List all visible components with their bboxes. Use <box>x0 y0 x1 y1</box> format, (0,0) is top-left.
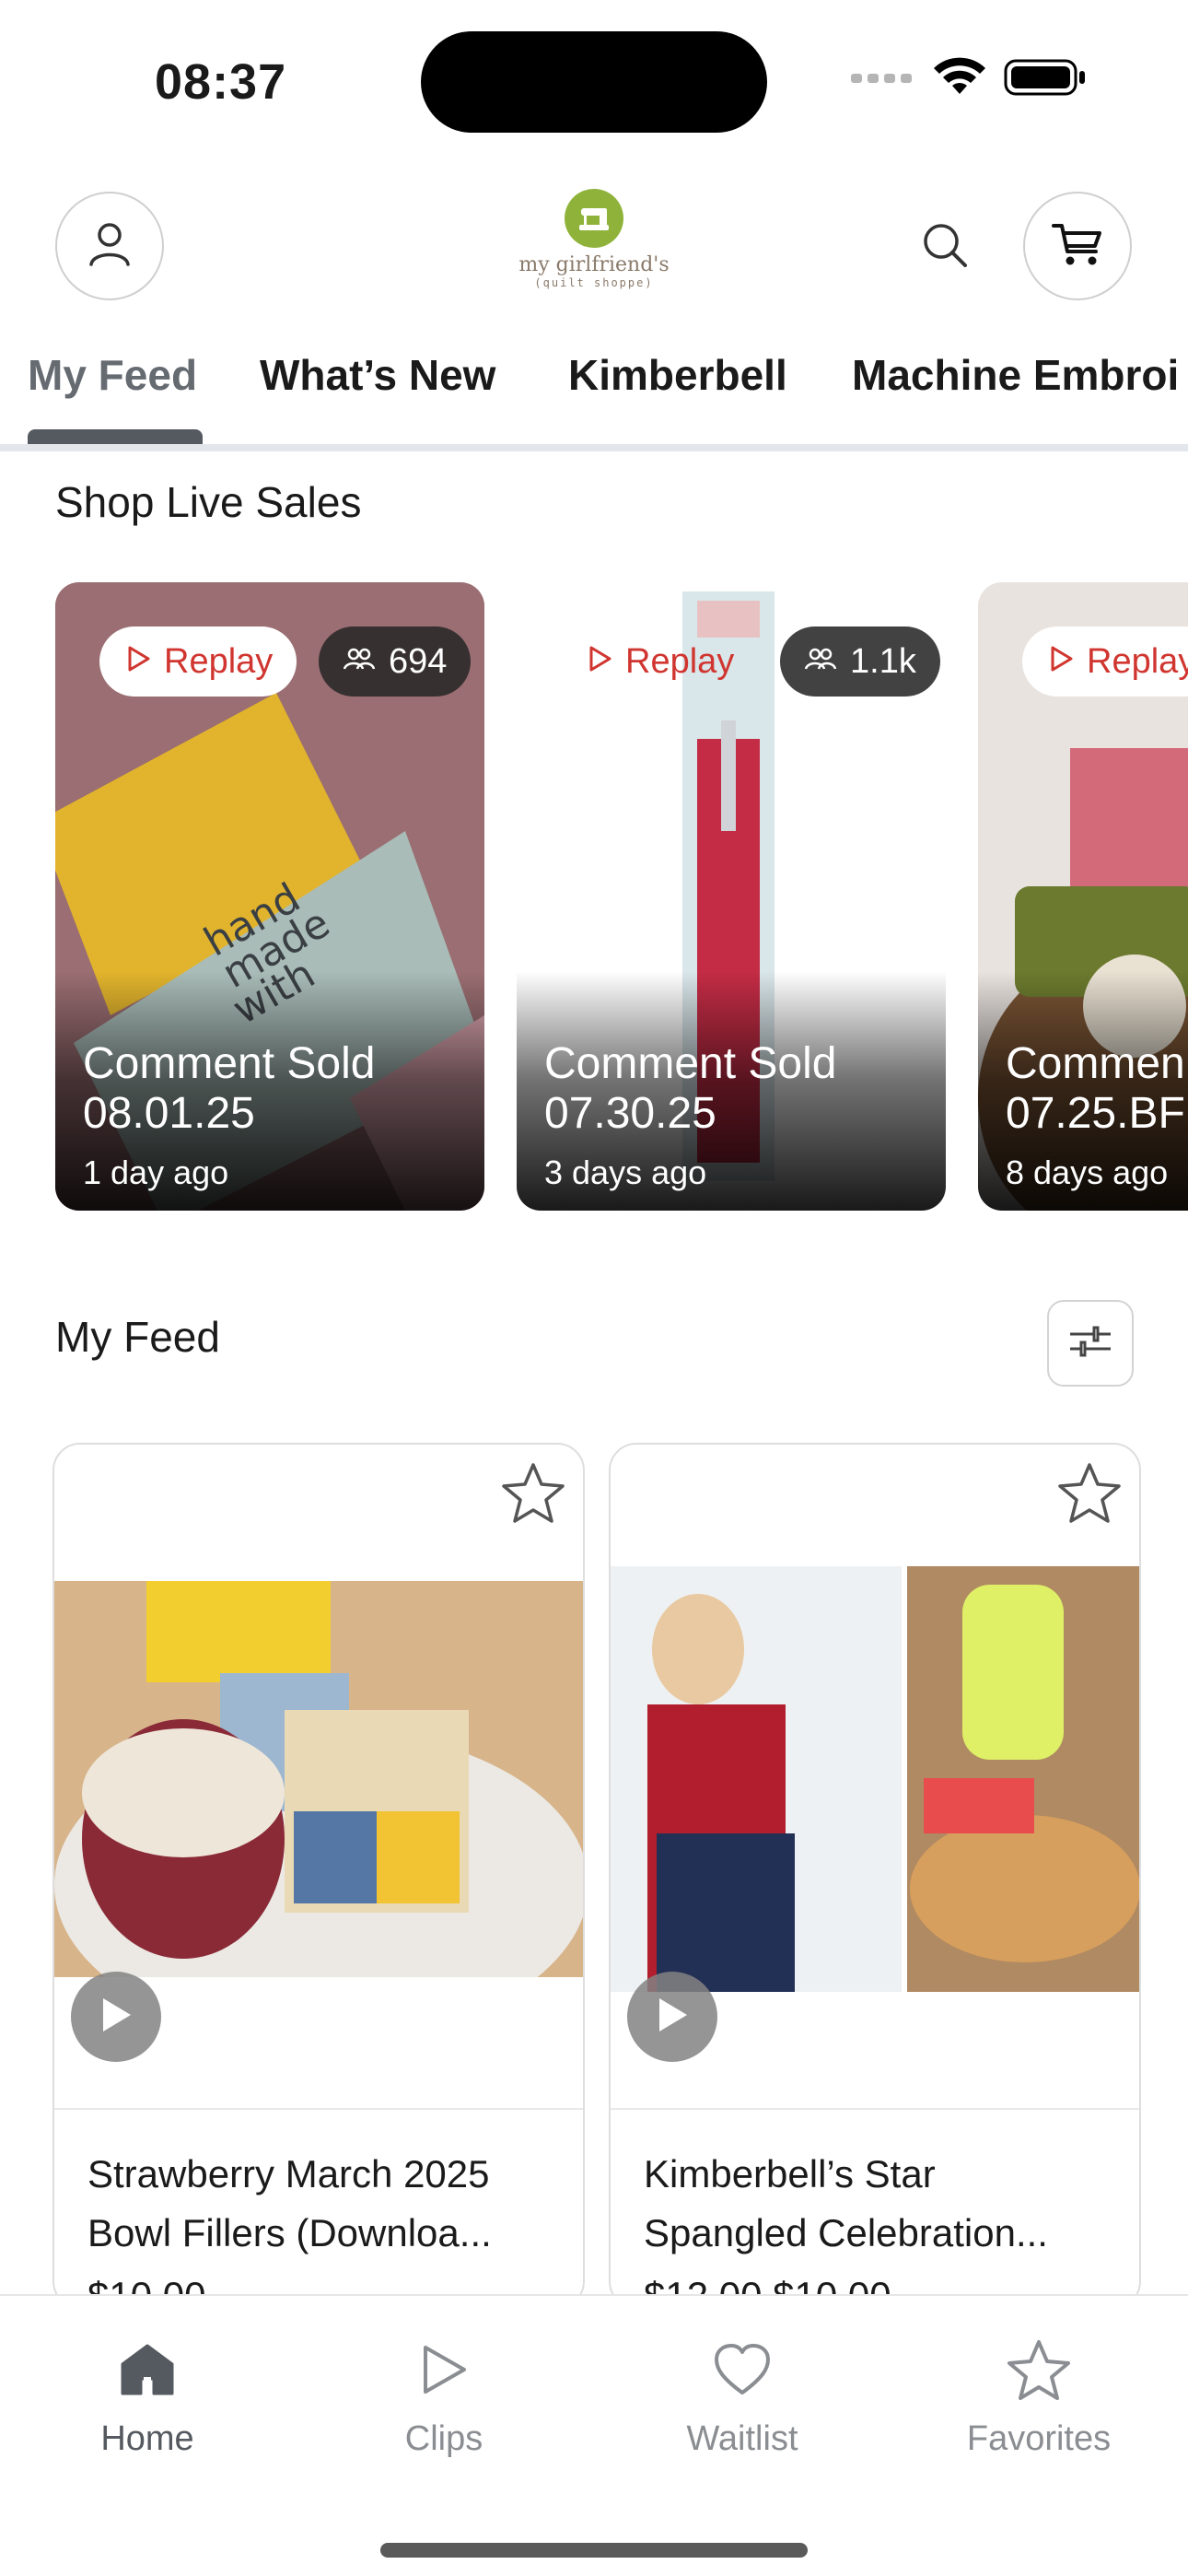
live-sale-age: 3 days ago <box>544 1153 707 1191</box>
star-icon <box>928 2333 1149 2406</box>
feed-title: My Feed <box>55 1313 220 1361</box>
live-sales-title: Shop Live Sales <box>55 478 362 526</box>
product-card[interactable]: Kimberbell’s Star Spangled Celebration..… <box>609 1443 1141 2309</box>
tab-kimberbell[interactable]: Kimberbell <box>568 350 787 400</box>
play-outline-icon <box>1050 642 1074 682</box>
viewers-badge: 1.1k <box>780 626 940 697</box>
favorite-button[interactable] <box>1056 1461 1123 1528</box>
live-sale-title-line2: 08.01.25 <box>83 1089 255 1138</box>
home-icon <box>37 2333 258 2406</box>
search-icon <box>919 219 971 275</box>
wifi-icon <box>932 57 987 102</box>
nav-waitlist-label: Waitlist <box>686 2419 798 2458</box>
live-sale-title-line1: Comment Sold <box>544 1039 837 1088</box>
home-indicator <box>380 2543 808 2558</box>
user-icon <box>84 218 135 275</box>
live-sale-card[interactable]: Replay Commen 07.25.BF 8 days ago <box>978 582 1188 1211</box>
live-sales-carousel[interactable]: hand made with Replay 694 Comment Sold 0… <box>0 582 1188 1213</box>
viewers-count: 1.1k <box>850 641 916 681</box>
replay-badge[interactable]: Replay <box>561 626 758 697</box>
favorite-button[interactable] <box>500 1461 566 1528</box>
status-time: 08:37 <box>155 54 287 110</box>
live-sale-title-line1: Comment Sold <box>83 1039 376 1088</box>
replay-badge[interactable]: Replay <box>1022 626 1188 697</box>
play-icon <box>654 1995 691 2040</box>
replay-label: Replay <box>1087 641 1188 681</box>
heart-icon <box>632 2333 853 2406</box>
star-icon <box>501 1461 565 1528</box>
logo-name: my girlfriend's <box>518 253 670 276</box>
active-tab-indicator <box>28 429 203 444</box>
category-tabs: My Feed What’s New Kimberbell Machine Em… <box>0 341 1188 451</box>
play-video-button[interactable] <box>627 1972 717 2062</box>
nav-home-label: Home <box>100 2419 194 2458</box>
nav-favorites-label: Favorites <box>966 2419 1112 2458</box>
product-image <box>611 1566 1139 1992</box>
live-sale-card[interactable]: hand made with Replay 694 Comment Sold 0… <box>55 582 484 1211</box>
sliders-icon <box>1068 1323 1112 1364</box>
star-icon <box>1057 1461 1122 1528</box>
product-image <box>54 1581 583 1977</box>
status-icons <box>851 57 1087 102</box>
viewers-badge: 694 <box>319 626 472 697</box>
bottom-navigation: Home Clips Waitlist Favorites <box>0 2294 1188 2576</box>
tab-whats-new[interactable]: What’s New <box>260 350 495 400</box>
cart-icon <box>1050 218 1105 275</box>
battery-icon <box>1004 57 1087 102</box>
live-sale-age: 8 days ago <box>1006 1153 1169 1191</box>
viewers-count: 694 <box>389 641 448 681</box>
card-divider <box>611 2108 1139 2110</box>
account-button[interactable] <box>55 192 164 300</box>
live-sale-title: Comment Sold 07.30.25 <box>544 1039 836 1139</box>
play-outline-icon <box>127 642 151 682</box>
product-name: Kimberbell’s Star Spangled Celebration..… <box>644 2152 1048 2254</box>
live-sale-title-line2: 07.30.25 <box>544 1089 716 1138</box>
viewers-icon <box>343 642 376 682</box>
cart-button[interactable] <box>1023 192 1132 300</box>
signal-icon <box>851 68 915 91</box>
viewers-icon <box>804 642 837 682</box>
live-sale-card[interactable]: Replay 1.1k Comment Sold 07.30.25 3 days… <box>517 582 946 1211</box>
nav-waitlist[interactable]: Waitlist <box>632 2333 853 2459</box>
live-sale-age: 1 day ago <box>83 1153 229 1191</box>
replay-label: Replay <box>164 641 274 681</box>
card-divider <box>54 2108 583 2110</box>
play-video-button[interactable] <box>71 1972 161 2062</box>
nav-home[interactable]: Home <box>37 2333 258 2459</box>
live-sale-title-line2: 07.25.BF <box>1006 1089 1185 1138</box>
nav-clips[interactable]: Clips <box>333 2333 554 2459</box>
sewing-machine-logo-icon <box>565 189 623 248</box>
live-sale-title: Commen 07.25.BF <box>1006 1039 1185 1139</box>
tab-machine-embroidery[interactable]: Machine Embroi <box>852 350 1179 400</box>
play-outline-icon <box>588 642 612 682</box>
live-sale-title: Comment Sold 08.01.25 <box>83 1039 375 1139</box>
play-icon <box>98 1995 134 2040</box>
play-icon <box>333 2333 554 2406</box>
live-sale-title-line1: Commen <box>1006 1039 1185 1088</box>
dynamic-island <box>421 31 767 133</box>
shop-logo: my girlfriend's (quilt shoppe) <box>502 189 686 309</box>
status-bar: 08:37 <box>0 0 1188 166</box>
logo-subtitle: (quilt shoppe) <box>534 276 654 289</box>
product-card[interactable]: Strawberry March 2025 Bowl Fillers (Down… <box>52 1443 585 2309</box>
filter-button[interactable] <box>1047 1300 1134 1387</box>
tab-my-feed[interactable]: My Feed <box>28 350 197 400</box>
product-name: Strawberry March 2025 Bowl Fillers (Down… <box>87 2152 492 2254</box>
replay-label: Replay <box>625 641 735 681</box>
replay-badge[interactable]: Replay <box>99 626 297 697</box>
nav-favorites[interactable]: Favorites <box>928 2333 1149 2459</box>
app-header: my girlfriend's (quilt shoppe) <box>0 184 1188 313</box>
nav-clips-label: Clips <box>404 2419 483 2458</box>
search-button[interactable] <box>910 212 980 282</box>
